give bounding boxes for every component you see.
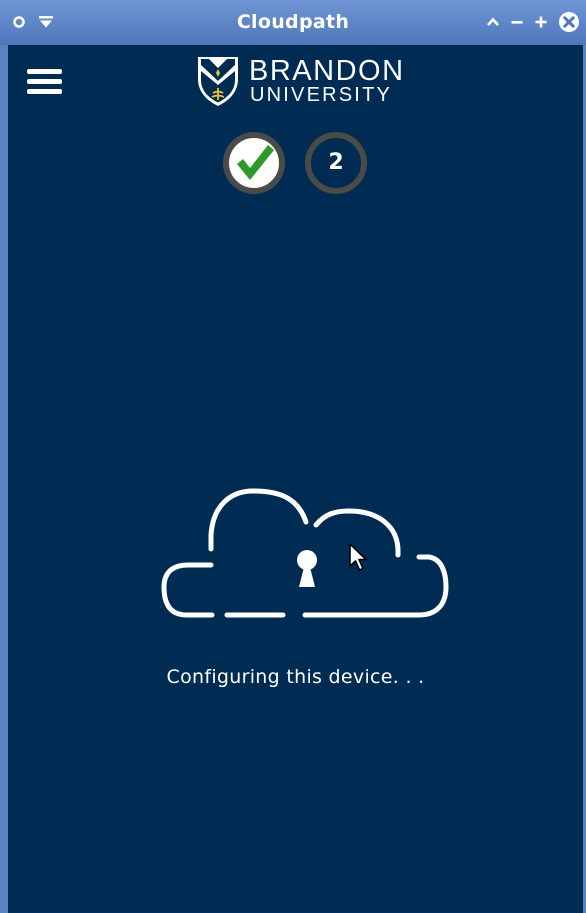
hamburger-icon[interactable] — [25, 67, 63, 95]
title-bar-right-controls — [486, 10, 580, 34]
logo-line-brandon: BRANDON — [249, 55, 405, 87]
step-2-number: 2 — [328, 150, 344, 175]
title-bar[interactable]: Cloudpath — [0, 0, 586, 45]
university-shield-icon — [198, 57, 238, 106]
main-content: BRANDON UNIVERSITY 2 Configuring this de… — [8, 45, 583, 913]
status-message: Configuring this device. . . — [166, 666, 425, 688]
close-icon[interactable] — [558, 11, 580, 33]
maximize-caret-icon[interactable] — [486, 15, 500, 29]
step-1-complete — [223, 132, 285, 194]
minimize-icon[interactable] — [510, 15, 524, 29]
step-2-pending: 2 — [305, 132, 367, 194]
app-window: Cloudpath BRANDON UNIVERSITY 2 Configuri… — [0, 0, 586, 913]
plus-icon[interactable] — [534, 15, 548, 29]
mouse-cursor-icon — [349, 543, 367, 571]
cloud-lock-icon — [161, 488, 449, 618]
checkmark-icon — [237, 145, 274, 180]
logo-line-university: UNIVERSITY — [250, 84, 393, 106]
